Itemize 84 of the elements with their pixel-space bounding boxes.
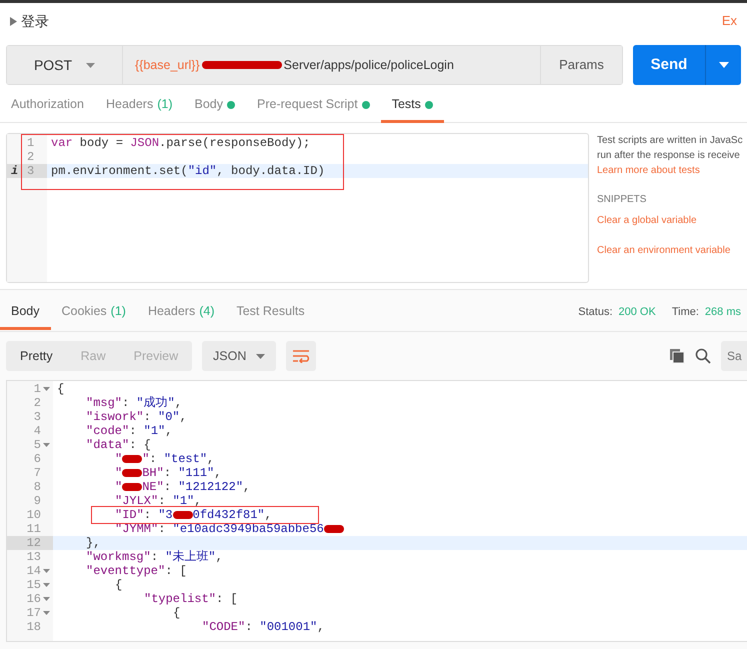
code-line: "data": { <box>86 438 151 452</box>
code-line: { <box>173 606 180 620</box>
fold-icon[interactable] <box>42 569 50 573</box>
code-line: "workmsg": "未上班", <box>86 550 223 564</box>
tab[interactable]: Headers (4) <box>136 296 226 330</box>
line-number: 1 <box>34 382 41 396</box>
code-line: }, <box>86 536 100 550</box>
status-value: 200 OK <box>618 305 656 320</box>
copy-icon[interactable] <box>669 348 685 364</box>
code-editor[interactable]: 1 2 i 3 var body = JSON.parse(responseBody); pm.environment.set("id", body.data.ID) <box>6 133 589 283</box>
snippet-link[interactable]: Clear a global variable <box>597 213 747 228</box>
line-number: 18 <box>26 620 41 634</box>
caret-icon <box>718 62 728 68</box>
line-number: 7 <box>34 466 41 480</box>
line-number: 3 <box>27 164 34 178</box>
wrap-lines-button[interactable] <box>286 341 316 371</box>
line-number: 12 <box>26 536 41 550</box>
fold-icon[interactable] <box>42 611 50 615</box>
code-line: { <box>115 578 122 592</box>
view-mode-tab[interactable]: Raw <box>66 341 120 371</box>
line-number: 5 <box>34 438 41 452</box>
status-label: Status: <box>578 305 613 320</box>
code-line: "msg": "成功", <box>86 396 182 410</box>
code-line: "JYLX": "1", <box>115 494 202 508</box>
line-number: 2 <box>27 150 34 164</box>
code-line: " ": "test", <box>115 452 214 466</box>
code-line: "code": "1", <box>86 424 172 438</box>
fold-icon[interactable] <box>42 443 50 447</box>
tab[interactable]: Body <box>184 89 246 123</box>
caret-icon <box>256 354 266 358</box>
code-line: pm.environment.set("id", body.data.ID) <box>51 164 325 178</box>
tab[interactable]: Authorization <box>0 89 95 123</box>
line-number: 4 <box>34 424 41 438</box>
fold-icon[interactable] <box>42 387 50 391</box>
snippet-link[interactable]: Clear an environment variable <box>597 243 747 258</box>
code-line: "ID": "3 0fd432f81", <box>115 508 272 522</box>
time-value: 268 ms <box>704 305 741 320</box>
tab[interactable]: Tests <box>380 89 444 123</box>
format-dropdown[interactable]: JSON <box>202 341 276 371</box>
line-number: 9 <box>34 494 41 508</box>
snippets-heading: SNIPPETS <box>597 193 648 207</box>
time-label: Time: <box>672 305 699 320</box>
tab[interactable]: Headers (1) <box>94 89 184 123</box>
code-line: "CODE": "001001", <box>202 620 324 634</box>
line-number: 2 <box>34 396 41 410</box>
search-field[interactable]: Sa <box>721 341 747 371</box>
tab[interactable]: Test Results <box>225 296 316 330</box>
code-line: "typelist": [ <box>144 592 238 606</box>
line-number: 17 <box>26 606 41 620</box>
line-number: 3 <box>34 410 41 424</box>
send-options-button[interactable] <box>705 45 741 85</box>
line-number: 10 <box>26 508 41 522</box>
line-number: 6 <box>34 452 41 466</box>
tab[interactable]: Pre-request Script <box>246 89 381 123</box>
line-number: 1 <box>27 136 34 150</box>
fold-icon[interactable] <box>42 583 50 587</box>
view-mode-tab[interactable]: Preview <box>120 341 192 371</box>
wrap-icon <box>292 349 310 363</box>
code-line: " BH": "111", <box>115 466 222 480</box>
code-line: " NE": "1212122", <box>115 480 250 494</box>
view-mode-tab[interactable]: Pretty <box>6 341 67 371</box>
code-line: { <box>57 382 64 396</box>
code-line: "iswork": "0", <box>86 410 187 424</box>
tab[interactable]: Body <box>0 296 50 330</box>
fold-icon[interactable] <box>42 597 50 601</box>
tab[interactable]: Cookies (1) <box>50 296 137 330</box>
line-number: 15 <box>26 578 41 592</box>
line-number: 16 <box>26 592 41 606</box>
line-number: 11 <box>26 522 41 536</box>
expand-icon[interactable] <box>10 16 17 26</box>
line-number: 13 <box>26 550 41 564</box>
info-marker: i <box>11 164 18 178</box>
search-icon[interactable] <box>695 348 711 364</box>
request-name: 登录 <box>21 12 49 30</box>
description-text: Test scripts are written in JavaSc <box>597 134 744 148</box>
export-link[interactable]: Ex <box>722 11 737 31</box>
description-text: run after the response is receive <box>597 149 741 163</box>
line-number: 8 <box>34 480 41 494</box>
line-number: 14 <box>26 564 41 578</box>
code-line: "JYMM": "e10adc3949ba59abbe56 <box>115 522 344 536</box>
send-button[interactable]: Send <box>633 45 705 85</box>
code-line: var body = JSON.parse(responseBody); <box>51 136 310 150</box>
learn-more-link[interactable]: Learn more about tests <box>597 163 747 178</box>
code-line: "eventtype": [ <box>86 564 187 578</box>
